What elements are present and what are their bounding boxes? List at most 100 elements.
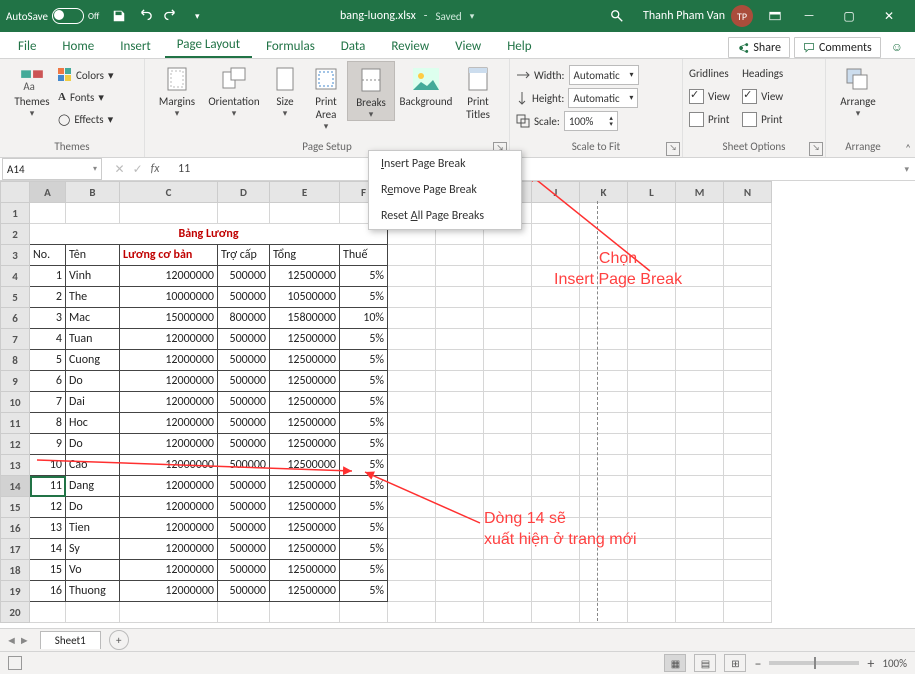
cell[interactable]: 15 xyxy=(30,560,66,581)
cell[interactable] xyxy=(628,350,676,371)
cell[interactable]: Hoc xyxy=(66,413,120,434)
cell[interactable] xyxy=(532,308,580,329)
cell[interactable]: Tên xyxy=(66,245,120,266)
cell[interactable] xyxy=(724,476,772,497)
scale-input[interactable]: 100%▴▾ xyxy=(564,111,618,131)
cell[interactable]: 12500000 xyxy=(270,476,340,497)
cell[interactable] xyxy=(628,602,676,623)
cell[interactable] xyxy=(628,581,676,602)
cell[interactable] xyxy=(676,539,724,560)
menu-insert-page-break[interactable]: Insert Page Break xyxy=(369,151,521,177)
cell[interactable] xyxy=(120,203,218,224)
cell[interactable]: 10000000 xyxy=(120,287,218,308)
cell[interactable] xyxy=(388,350,436,371)
cell[interactable] xyxy=(436,539,484,560)
cell[interactable] xyxy=(724,539,772,560)
cell[interactable] xyxy=(580,560,628,581)
cell[interactable] xyxy=(436,371,484,392)
cell[interactable]: 5% xyxy=(340,539,388,560)
cell[interactable] xyxy=(724,308,772,329)
cell[interactable] xyxy=(484,371,532,392)
cell[interactable] xyxy=(580,434,628,455)
cell[interactable] xyxy=(388,455,436,476)
cell[interactable] xyxy=(436,518,484,539)
row-header[interactable]: 16 xyxy=(1,518,30,539)
cell[interactable] xyxy=(532,329,580,350)
cell[interactable]: 12500000 xyxy=(270,350,340,371)
cell[interactable] xyxy=(484,350,532,371)
cell[interactable]: 12000000 xyxy=(120,455,218,476)
cell[interactable]: Tien xyxy=(66,518,120,539)
cell[interactable] xyxy=(628,413,676,434)
cell[interactable]: 500000 xyxy=(218,455,270,476)
cell[interactable] xyxy=(388,308,436,329)
effects-button[interactable]: ◯Effects ▾ xyxy=(58,109,113,129)
cell[interactable] xyxy=(218,203,270,224)
width-select[interactable]: Automatic▾ xyxy=(569,65,639,85)
cell[interactable] xyxy=(436,287,484,308)
cell[interactable]: 500000 xyxy=(218,350,270,371)
cell[interactable]: 500000 xyxy=(218,539,270,560)
formula-input[interactable]: 11 xyxy=(172,162,898,176)
cell[interactable]: 5% xyxy=(340,497,388,518)
cell[interactable] xyxy=(580,392,628,413)
cell[interactable]: 8 xyxy=(30,413,66,434)
cell[interactable] xyxy=(628,308,676,329)
cell[interactable] xyxy=(676,455,724,476)
cell[interactable]: Trợ cấp xyxy=(218,245,270,266)
normal-view-icon[interactable]: ▦ xyxy=(664,654,686,672)
cell[interactable]: Do xyxy=(66,497,120,518)
cell[interactable]: 12500000 xyxy=(270,560,340,581)
col-header[interactable]: B xyxy=(66,182,120,203)
cell[interactable] xyxy=(532,392,580,413)
cell[interactable] xyxy=(628,224,676,245)
next-sheet-icon[interactable]: ► xyxy=(19,634,30,647)
cell[interactable]: 1 xyxy=(30,266,66,287)
cell[interactable] xyxy=(532,413,580,434)
cell[interactable]: Tuan xyxy=(66,329,120,350)
cell[interactable]: Mac xyxy=(66,308,120,329)
cell[interactable]: 5 xyxy=(30,350,66,371)
arrange-button[interactable]: Arrange▾ xyxy=(832,61,884,119)
cell[interactable] xyxy=(436,413,484,434)
cell[interactable] xyxy=(676,371,724,392)
cell[interactable]: 5% xyxy=(340,392,388,413)
cell[interactable]: 15800000 xyxy=(270,308,340,329)
cell[interactable]: 16 xyxy=(30,581,66,602)
cell[interactable]: 500000 xyxy=(218,560,270,581)
cell[interactable] xyxy=(436,329,484,350)
save-icon[interactable] xyxy=(111,8,127,24)
row-header[interactable]: 17 xyxy=(1,539,30,560)
cell[interactable]: 2 xyxy=(30,287,66,308)
filename-dropdown-icon[interactable]: ▾ xyxy=(470,11,475,22)
cell[interactable] xyxy=(532,434,580,455)
cell[interactable]: 5% xyxy=(340,287,388,308)
col-header[interactable]: K xyxy=(580,182,628,203)
cell[interactable] xyxy=(484,560,532,581)
cell[interactable] xyxy=(484,308,532,329)
maximize-button[interactable]: ▢ xyxy=(829,0,869,32)
cell[interactable]: 500000 xyxy=(218,371,270,392)
cell[interactable]: 5% xyxy=(340,350,388,371)
cell[interactable] xyxy=(484,413,532,434)
cell[interactable]: 5% xyxy=(340,371,388,392)
name-box[interactable]: A14▾ xyxy=(2,158,102,180)
cell[interactable] xyxy=(724,245,772,266)
cell[interactable] xyxy=(532,476,580,497)
row-header[interactable]: 19 xyxy=(1,581,30,602)
cell[interactable] xyxy=(724,497,772,518)
tab-view[interactable]: View xyxy=(443,35,493,58)
cell[interactable]: No. xyxy=(30,245,66,266)
cell[interactable]: 500000 xyxy=(218,413,270,434)
cell[interactable] xyxy=(388,560,436,581)
cell[interactable]: Tổng xyxy=(270,245,340,266)
cell[interactable]: 500000 xyxy=(218,287,270,308)
cell[interactable] xyxy=(484,392,532,413)
tab-insert[interactable]: Insert xyxy=(108,35,163,58)
cell[interactable]: 12 xyxy=(30,497,66,518)
cell[interactable]: 12000000 xyxy=(120,476,218,497)
cell[interactable] xyxy=(388,476,436,497)
headings-view-check[interactable]: View xyxy=(742,86,783,106)
cell[interactable] xyxy=(580,413,628,434)
tab-review[interactable]: Review xyxy=(379,35,441,58)
